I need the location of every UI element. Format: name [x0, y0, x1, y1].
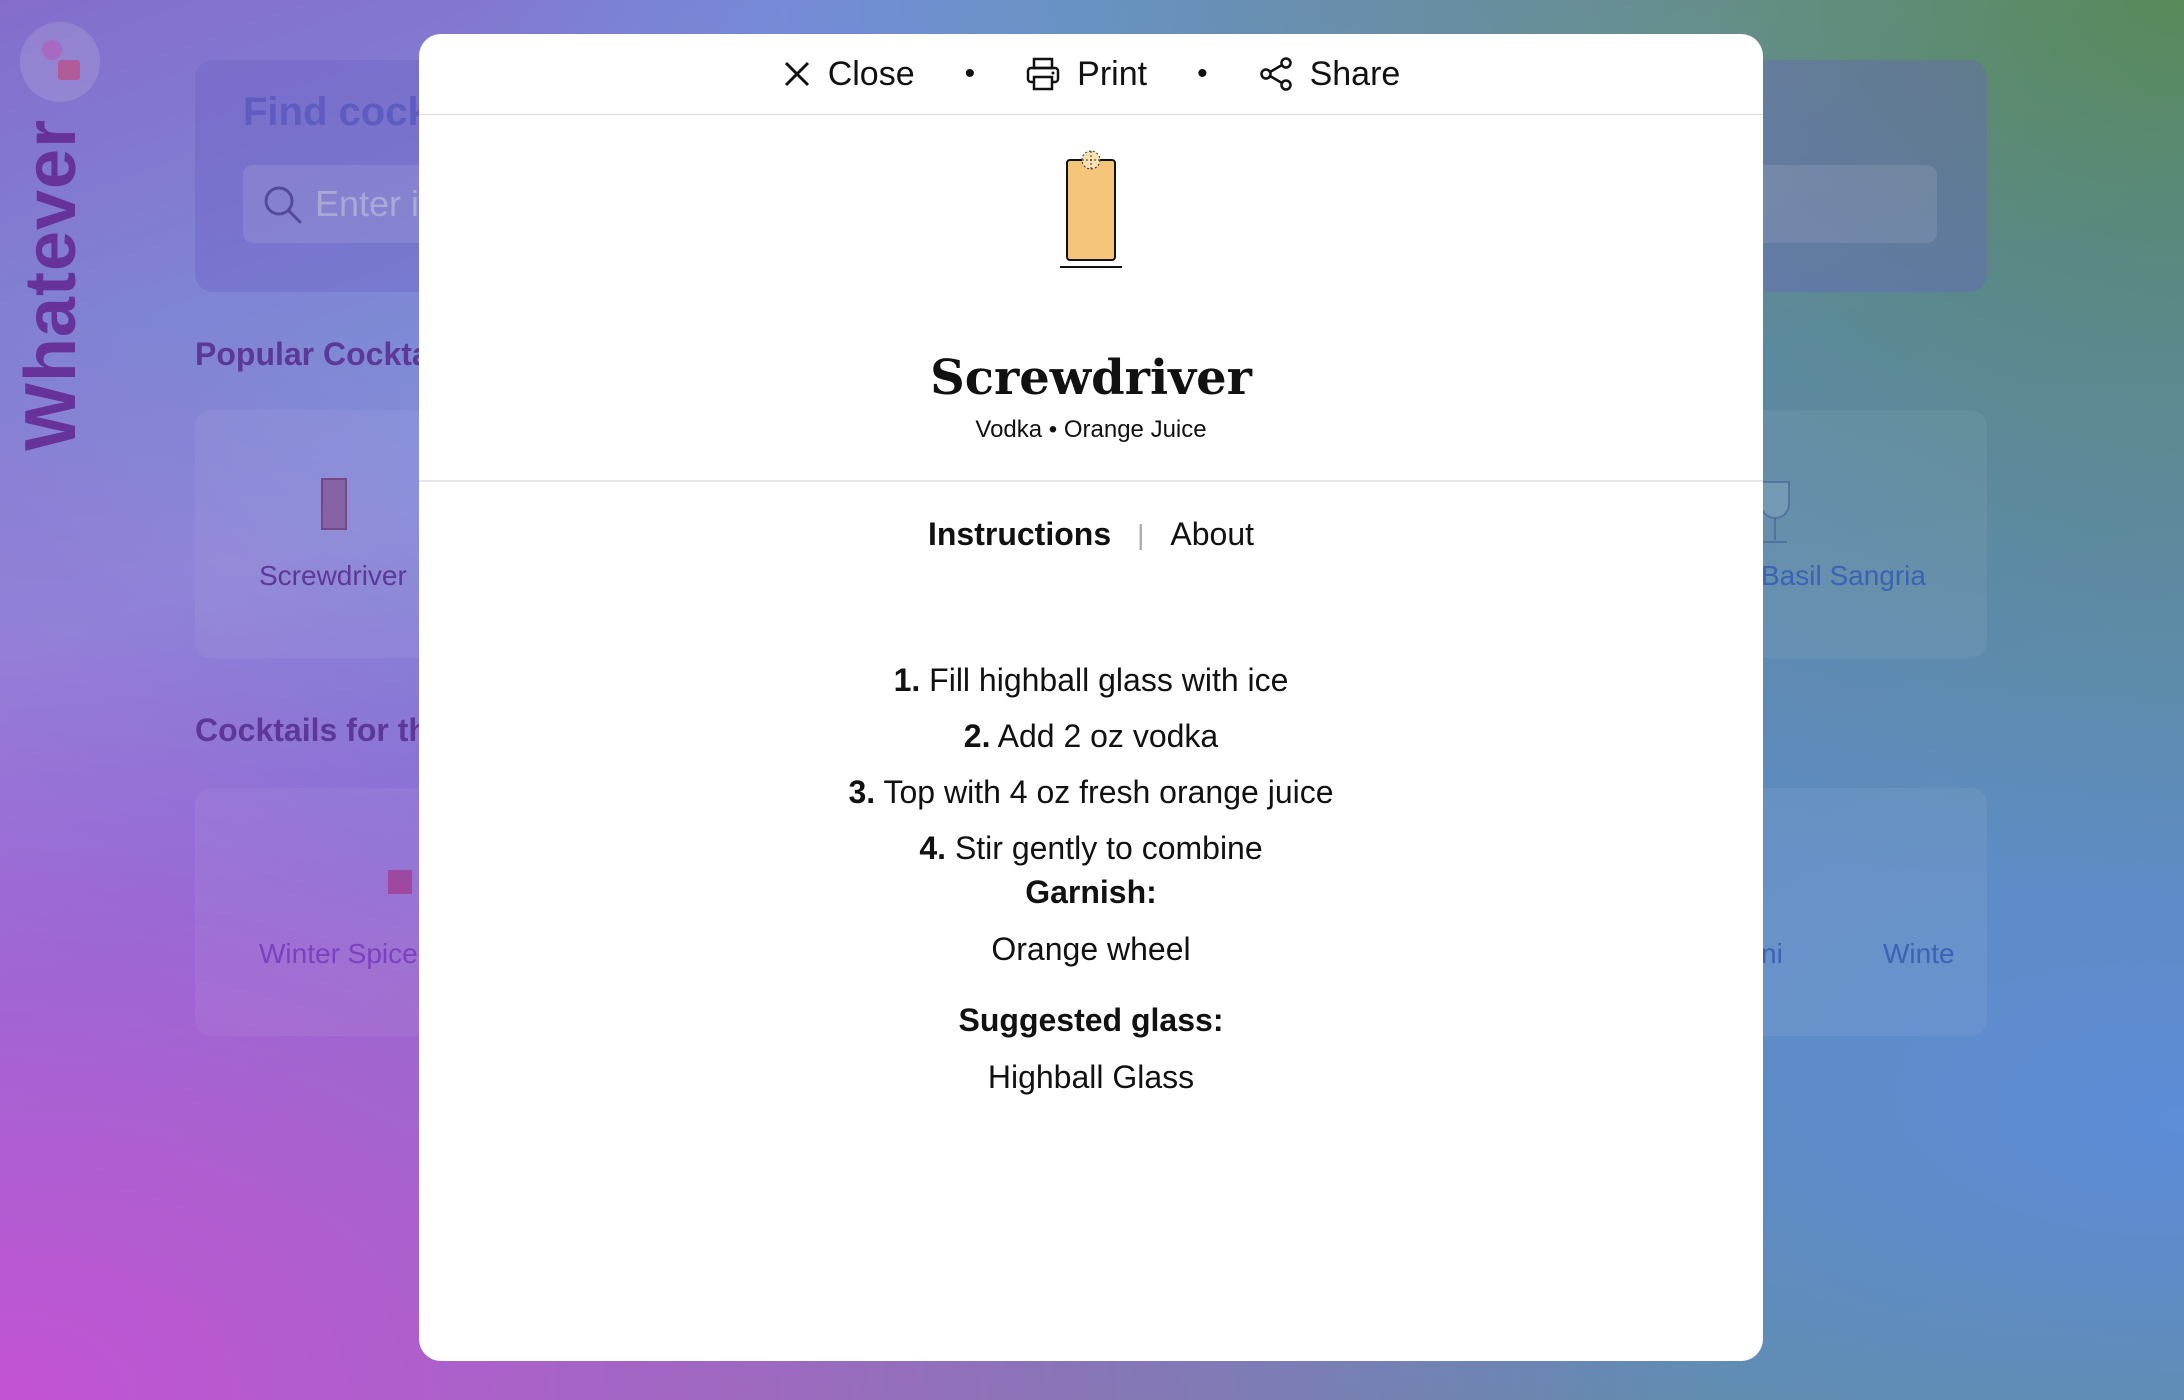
- printer-icon: [1026, 57, 1060, 91]
- tab-instructions[interactable]: Instructions: [928, 516, 1111, 553]
- recipe-tabs: Instructions | About: [419, 516, 1763, 553]
- tab-about[interactable]: About: [1170, 516, 1254, 553]
- divider: [419, 480, 1763, 482]
- instruction-step: 3. Top with 4 oz fresh orange juice: [848, 774, 1334, 810]
- glass-heading: Suggested glass:: [958, 1002, 1224, 1038]
- print-label: Print: [1077, 54, 1148, 93]
- drink-ingredients: Vodka • Orange Juice: [975, 416, 1207, 443]
- recipe-modal: Close • Print • Share Screwdriver Vodka …: [419, 34, 1763, 1361]
- toolbar-separator: •: [1197, 57, 1208, 90]
- print-button[interactable]: Print: [1025, 55, 1147, 94]
- share-button[interactable]: Share: [1258, 54, 1401, 94]
- garnish-value: Orange wheel: [991, 931, 1191, 967]
- instruction-step: 2. Add 2 oz vodka: [963, 718, 1219, 754]
- toolbar-separator: •: [964, 57, 976, 90]
- drink-glass-illustration: [419, 142, 1763, 272]
- close-icon: [784, 61, 809, 87]
- garnish-heading: Garnish:: [1025, 874, 1157, 910]
- instruction-list: 1. Fill highball glass with ice 2. Add 2…: [419, 652, 1763, 876]
- modal-toolbar: Close • Print • Share: [419, 34, 1763, 115]
- instruction-step: 4. Stir gently to combine: [919, 830, 1263, 866]
- close-label: Close: [827, 54, 915, 93]
- glass-value: Highball Glass: [987, 1059, 1195, 1095]
- close-button[interactable]: Close: [782, 55, 915, 94]
- share-label: Share: [1309, 54, 1401, 93]
- tab-separator: |: [1137, 518, 1145, 550]
- share-icon: [1259, 57, 1292, 91]
- highball-glass-icon: [1060, 150, 1122, 268]
- drink-title: Screwdriver: [930, 350, 1252, 406]
- instruction-step: 1. Fill highball glass with ice: [893, 662, 1289, 698]
